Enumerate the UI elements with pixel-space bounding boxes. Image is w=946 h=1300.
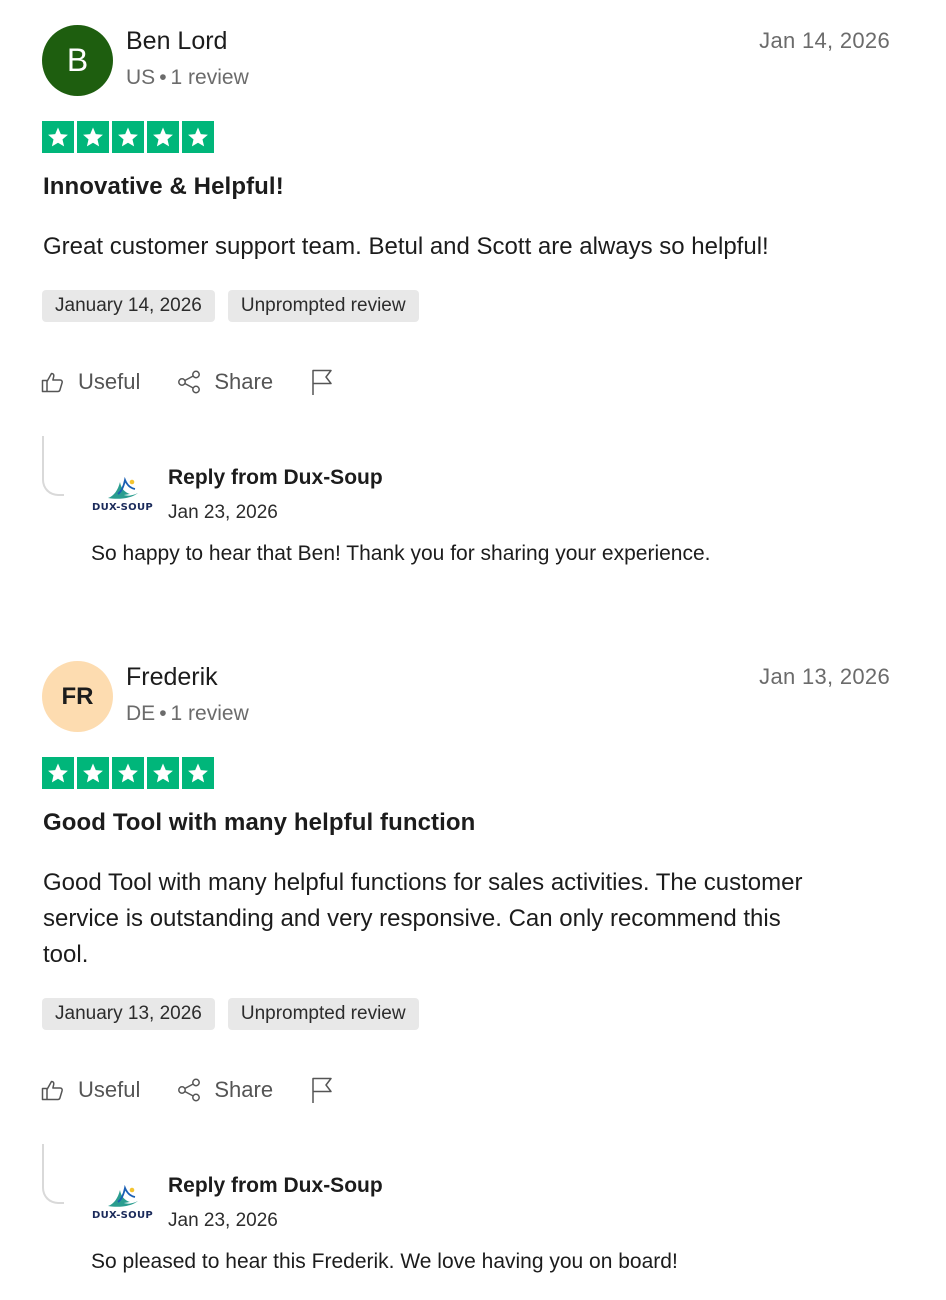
reviewer-country: DE [126,702,156,725]
share-label: Share [214,369,274,394]
useful-button[interactable]: Useful [40,1077,140,1103]
thumbs-up-icon [41,1080,63,1101]
share-icon [178,370,201,394]
star-icon [42,121,74,153]
report-button[interactable] [309,368,335,396]
star-icon [182,757,214,789]
review-card: FR Frederik DE • 1 review Jan 13, 2026 Goo… [0,636,946,1300]
review-title[interactable]: Innovative & Helpful! [43,173,284,201]
share-icon [178,1078,201,1102]
unprompted-review-tag[interactable]: Unprompted review [227,290,419,322]
star-icon [112,121,144,153]
avatar[interactable]: B [42,25,113,96]
meta-separator: • [159,702,167,725]
reply-text: So pleased to hear this Frederik. We lov… [91,1250,678,1273]
star-icon [42,757,74,789]
dux-soup-logo: DUX-SOUP [90,1184,156,1228]
star-icon [112,757,144,789]
avatar[interactable]: FR [42,661,113,732]
review-actions: Useful Share [40,1076,371,1104]
review-tags: January 14, 2026 Unprompted review [42,290,419,322]
review-body: Good Tool with many helpful functions fo… [43,869,803,968]
date-of-experience-tag: January 13, 2026 [42,998,215,1030]
share-button[interactable]: Share [176,369,273,395]
reviewer-name[interactable]: Frederik [126,663,218,692]
star-rating [42,757,214,789]
reviewer-review-count: 1 review [170,66,249,89]
flag-icon [312,369,332,395]
reply-date: Jan 23, 2026 [168,502,278,523]
reviewer-name[interactable]: Ben Lord [126,27,227,56]
star-icon [147,121,179,153]
review-date: Jan 14, 2026 [759,28,890,53]
useful-button[interactable]: Useful [40,369,140,395]
star-icon [77,121,109,153]
review-tags: January 13, 2026 Unprompted review [42,998,419,1030]
reviewer-country: US [126,66,156,89]
useful-label: Useful [78,369,141,394]
reply-connector [42,436,64,496]
report-button[interactable] [309,1076,335,1104]
review-title[interactable]: Good Tool with many helpful function [43,809,475,837]
review-date: Jan 13, 2026 [759,664,890,689]
reviewer-meta: DE • 1 review [126,702,249,726]
star-icon [77,757,109,789]
reviewer-meta: US • 1 review [126,66,249,90]
date-of-experience-tag: January 14, 2026 [42,290,215,322]
reply-title: Reply from Dux-Soup [168,1174,383,1197]
share-label: Share [214,1077,274,1102]
thumbs-up-icon [41,372,63,393]
useful-label: Useful [78,1077,141,1102]
reply-title: Reply from Dux-Soup [168,466,383,489]
review-body: Great customer support team. Betul and S… [43,233,769,260]
reply-connector [42,1144,64,1204]
reply-date: Jan 23, 2026 [168,1210,278,1231]
review-card: B Ben Lord US • 1 review Jan 14, 2026 Inno… [0,0,946,636]
star-icon [182,121,214,153]
unprompted-review-tag[interactable]: Unprompted review [227,998,419,1030]
share-button[interactable]: Share [176,1077,273,1103]
dux-soup-logo: DUX-SOUP [90,476,156,520]
review-actions: Useful Share [40,368,371,396]
star-icon [147,757,179,789]
star-rating [42,121,214,153]
reviewer-review-count: 1 review [170,702,249,725]
flag-icon [312,1077,332,1103]
reply-text: So happy to hear that Ben! Thank you for… [91,542,711,565]
meta-separator: • [159,66,167,89]
